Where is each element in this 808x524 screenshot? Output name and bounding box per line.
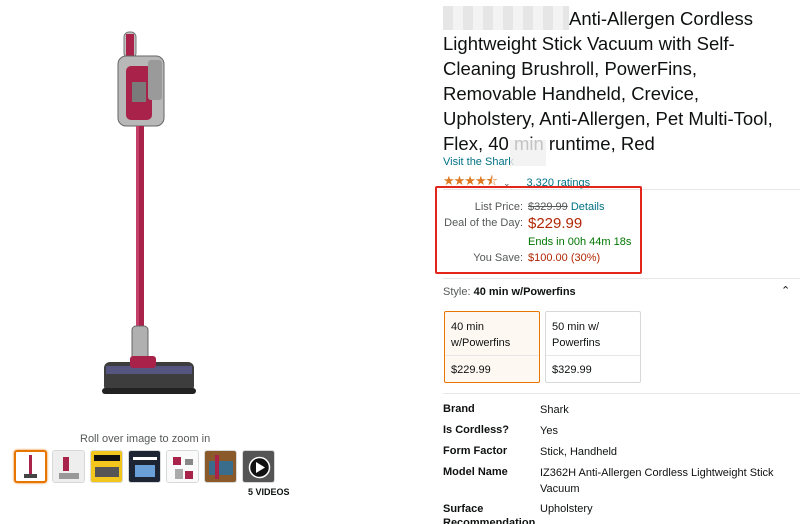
- product-title-text: Anti-Allergen Cordless Lightweight Stick…: [443, 8, 773, 154]
- you-save-value: $100.00 (30%): [528, 252, 601, 264]
- product-main-image[interactable]: [96, 26, 200, 410]
- spec-value: Shark: [540, 404, 569, 416]
- spec-label: Surface Recommendation: [443, 503, 536, 524]
- list-price-value: $329.99: [528, 201, 568, 213]
- style-selected-value: 40 min w/Powerfins: [473, 286, 576, 298]
- videos-count-label[interactable]: 5 VIDEOS: [248, 487, 290, 497]
- spec-label: Brand: [443, 403, 475, 415]
- blurred-overlay: [510, 140, 546, 166]
- style-option-name: 40 min w/Powerfins: [451, 321, 511, 349]
- style-label: Style:: [443, 286, 471, 298]
- spec-label: Form Factor: [443, 445, 508, 457]
- spec-value: IZ362H Anti-Allergen Cordless Lightweigh…: [540, 467, 774, 495]
- divider: [443, 278, 800, 279]
- style-option-price: $329.99: [552, 364, 592, 376]
- thumbnail-2[interactable]: [52, 450, 85, 483]
- spec-value: Stick, Handheld: [540, 446, 618, 458]
- style-option-price: $229.99: [451, 364, 491, 376]
- spec-label: Model Name: [443, 466, 508, 478]
- spec-value: Yes: [540, 425, 558, 437]
- deal-label: Deal of the Day:: [444, 217, 523, 229]
- product-title: Anti-Allergen Cordless Lightweight Stick…: [443, 6, 788, 156]
- thumbnail-3[interactable]: [90, 450, 123, 483]
- chevron-up-icon[interactable]: ⌃: [781, 284, 790, 297]
- details-link[interactable]: Details: [571, 201, 605, 213]
- divider: [445, 355, 539, 356]
- spec-value: Upholstery: [540, 503, 593, 515]
- style-row: Style: 40 min w/Powerfins: [443, 286, 576, 298]
- list-price-label: List Price:: [474, 201, 523, 213]
- deal-countdown: Ends in 00h 44m 18s: [528, 236, 632, 248]
- style-option-50min[interactable]: 50 min w/ Powerfins $329.99: [545, 311, 641, 383]
- zoom-hint: Roll over image to zoom in: [80, 433, 211, 445]
- style-option-40min[interactable]: 40 min w/Powerfins $229.99: [444, 311, 540, 383]
- list-price-value-row: $329.99 Details: [528, 201, 604, 213]
- spec-label: Is Cordless?: [443, 424, 510, 436]
- thumbnail-strip: [14, 450, 275, 483]
- thumbnail-4[interactable]: [128, 450, 161, 483]
- you-save-label: You Save:: [473, 252, 523, 264]
- deal-price: $229.99: [528, 215, 583, 232]
- thumbnail-5[interactable]: [166, 450, 199, 483]
- thumbnail-6[interactable]: [204, 450, 237, 483]
- visit-store-link[interactable]: Visit the Shark: [443, 156, 514, 168]
- divider: [546, 355, 640, 356]
- thumbnail-video[interactable]: [242, 450, 275, 483]
- divider: [443, 393, 800, 394]
- thumbnail-1[interactable]: [14, 450, 47, 483]
- style-option-name: 50 min w/ Powerfins: [552, 321, 601, 349]
